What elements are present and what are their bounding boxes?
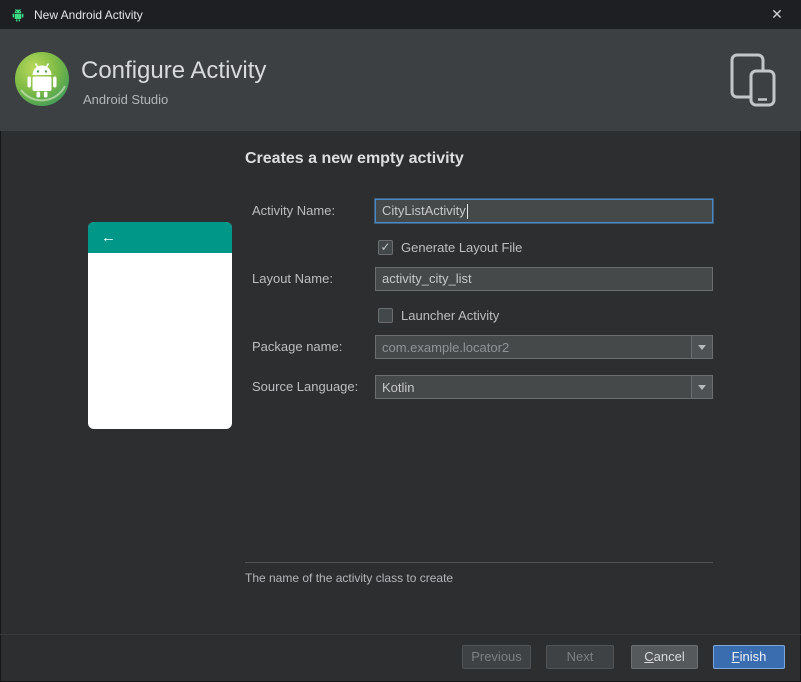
source-language-dropdown-button[interactable] bbox=[691, 376, 712, 398]
previous-button[interactable]: Previous bbox=[462, 645, 531, 669]
layout-name-value: activity_city_list bbox=[382, 271, 472, 286]
activity-name-label: Activity Name: bbox=[252, 203, 336, 218]
android-robot-icon bbox=[12, 8, 24, 22]
text-caret bbox=[466, 203, 468, 219]
generate-layout-checkbox-row[interactable]: ✓ Generate Layout File bbox=[378, 239, 522, 255]
activity-name-value: CityListActivity bbox=[382, 203, 466, 218]
new-android-activity-dialog: { "window": { "title": "New Android Acti… bbox=[0, 0, 801, 682]
package-name-label: Package name: bbox=[252, 339, 343, 354]
window-titlebar: New Android Activity ✕ bbox=[0, 0, 801, 29]
package-name-combobox[interactable]: com.example.locator2 bbox=[375, 335, 713, 359]
finish-button[interactable]: Finish bbox=[713, 645, 785, 669]
android-studio-logo bbox=[15, 52, 69, 106]
generate-layout-label: Generate Layout File bbox=[401, 239, 523, 255]
hint-text: The name of the activity class to create bbox=[245, 571, 454, 585]
launcher-activity-checkbox-row[interactable]: Launcher Activity bbox=[378, 307, 499, 323]
next-button[interactable]: Next bbox=[546, 645, 614, 669]
page-title: Creates a new empty activity bbox=[245, 150, 464, 167]
chevron-down-icon bbox=[698, 384, 706, 390]
wizard-subtitle: Android Studio bbox=[83, 92, 169, 107]
window-title: New Android Activity bbox=[34, 7, 143, 22]
package-name-value: com.example.locator2 bbox=[382, 339, 510, 355]
chevron-down-icon bbox=[698, 344, 706, 350]
close-icon[interactable]: ✕ bbox=[763, 0, 791, 29]
preview-appbar: ← bbox=[88, 222, 232, 253]
hint-separator bbox=[245, 562, 713, 563]
activity-preview-thumbnail: ← bbox=[88, 222, 232, 429]
source-language-value: Kotlin bbox=[382, 379, 415, 395]
package-name-dropdown-button[interactable] bbox=[691, 336, 712, 358]
launcher-activity-label: Launcher Activity bbox=[401, 307, 500, 323]
wizard-title: Configure Activity bbox=[81, 57, 267, 84]
wizard-body: Creates a new empty activity ← Activity … bbox=[0, 131, 801, 682]
wizard-header: Configure Activity Android Studio bbox=[0, 29, 801, 131]
source-language-label: Source Language: bbox=[252, 379, 359, 394]
cancel-button[interactable]: Cancel bbox=[631, 645, 698, 669]
activity-name-input[interactable]: CityListActivity bbox=[375, 199, 713, 223]
layout-name-label: Layout Name: bbox=[252, 271, 333, 286]
checkmark-icon: ✓ bbox=[380, 240, 391, 254]
source-language-dropdown[interactable]: Kotlin bbox=[375, 375, 713, 399]
button-bar-separator bbox=[0, 634, 801, 635]
layout-name-input[interactable]: activity_city_list bbox=[375, 267, 713, 291]
generate-layout-checkbox[interactable]: ✓ bbox=[378, 239, 393, 255]
launcher-activity-checkbox[interactable] bbox=[378, 307, 393, 323]
back-arrow-icon: ← bbox=[101, 229, 116, 246]
phone-and-tablet-icon bbox=[730, 53, 776, 107]
